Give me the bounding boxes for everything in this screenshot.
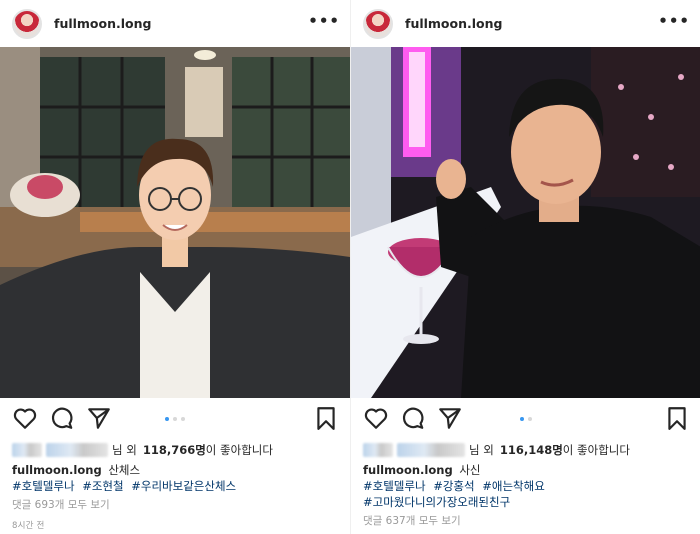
likes-suffix: 이 좋아합니다 (205, 443, 273, 457)
carousel-dot (528, 417, 532, 421)
caption-text: 사신 (459, 463, 481, 477)
hashtag-list: #고마웠다니의가장오래된친구 (363, 494, 549, 510)
bar-photo (351, 47, 700, 398)
hashtag-link[interactable]: #조현철 (82, 479, 123, 493)
view-all-comments-link[interactable]: 댓글 693개 모두 보기 (12, 497, 240, 513)
avatar[interactable] (363, 8, 393, 39)
caption-text: 산체스 (108, 463, 141, 477)
carousel-dot (173, 417, 177, 421)
post-header: fullmoon.long ••• (351, 0, 700, 47)
post-caption: fullmoon.long 산체스 #호텔델루나 #조현철 #우리바보같은산체스… (12, 462, 240, 534)
hashtag-link[interactable]: #우리바보같은산체스 (131, 479, 236, 493)
likes-count[interactable]: 118,766명 (143, 442, 206, 458)
likes-line: 님 외 118,766명 이 좋아합니다 (12, 442, 273, 458)
avatar[interactable] (12, 8, 42, 39)
liker-name-blurred (397, 443, 465, 457)
liker-avatar-blurred (12, 443, 42, 457)
view-all-comments-link[interactable]: 댓글 637개 모두 보기 (363, 513, 549, 529)
hashtag-link[interactable]: #고마웠다니의가장오래된친구 (363, 495, 510, 509)
bookmark-icon[interactable] (664, 405, 690, 431)
more-options-button[interactable]: ••• (658, 12, 690, 30)
post-photo[interactable] (0, 47, 350, 398)
more-options-button[interactable]: ••• (308, 12, 340, 30)
likes-suffix: 이 좋아합니다 (562, 443, 630, 457)
caption-username[interactable]: fullmoon.long (363, 463, 453, 477)
carousel-indicator (0, 417, 350, 421)
likes-prefix: 님 외 (469, 443, 494, 457)
hashtag-link[interactable]: #호텔델루나 (363, 479, 426, 493)
liker-avatar-blurred (363, 443, 393, 457)
post-header: fullmoon.long ••• (0, 0, 350, 47)
post-photo[interactable] (351, 47, 700, 398)
hashtag-link[interactable]: #애는착해요 (482, 479, 545, 493)
hashtag-link[interactable]: #강홍석 (433, 479, 474, 493)
post-caption: fullmoon.long 사신 #호텔델루나 #강홍석 #애는착해요 #고마웠… (363, 462, 549, 529)
carousel-dot (165, 417, 169, 421)
carousel-dot (520, 417, 524, 421)
hashtag-link[interactable]: #호텔델루나 (12, 479, 75, 493)
restaurant-photo (0, 47, 350, 398)
liker-name-blurred (46, 443, 108, 457)
post-username[interactable]: fullmoon.long (54, 16, 151, 31)
post-right: fullmoon.long ••• 님 외 116,148명 이 좋아합니다 f… (350, 0, 700, 534)
post-username[interactable]: fullmoon.long (405, 16, 502, 31)
post-actions (351, 403, 700, 435)
post-timestamp: 8시간 전 (12, 521, 45, 531)
carousel-dot (181, 417, 185, 421)
caption-username[interactable]: fullmoon.long (12, 463, 102, 477)
bookmark-icon[interactable] (313, 405, 339, 431)
post-actions (0, 403, 350, 435)
likes-prefix: 님 외 (112, 443, 137, 457)
carousel-indicator (351, 417, 700, 421)
post-left: fullmoon.long ••• 님 외 118,766명 이 좋아합니다 f… (0, 0, 350, 534)
likes-count[interactable]: 116,148명 (500, 442, 563, 458)
hashtag-list: #호텔델루나 #조현철 #우리바보같은산체스 (12, 478, 240, 494)
likes-line: 님 외 116,148명 이 좋아합니다 (363, 442, 630, 458)
hashtag-list: #호텔델루나 #강홍석 #애는착해요 (363, 478, 549, 494)
